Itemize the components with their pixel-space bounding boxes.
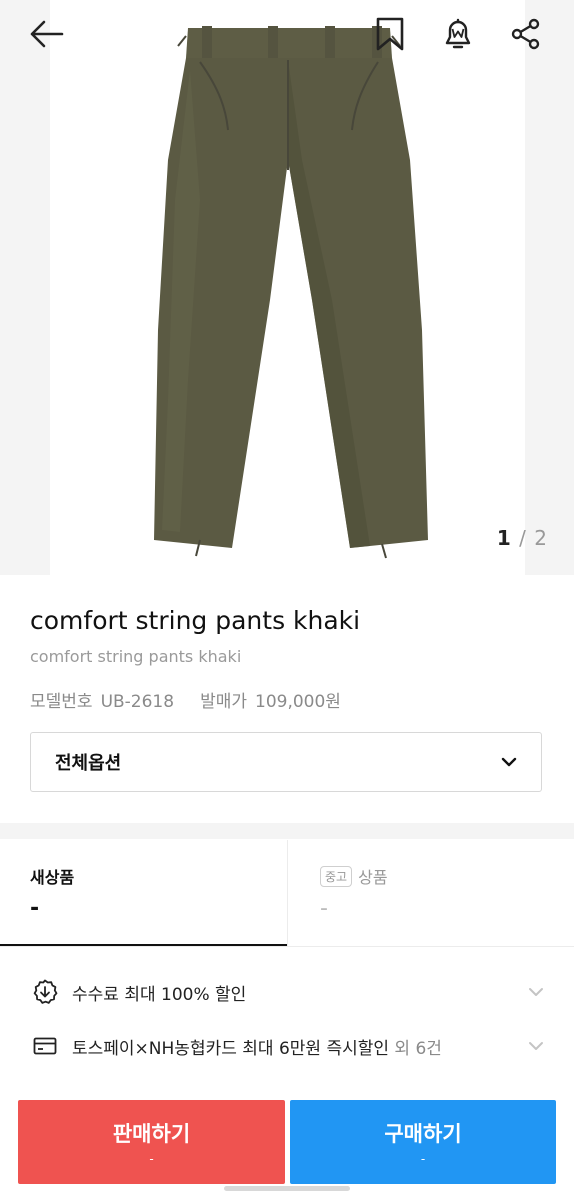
option-select-label: 전체옵션	[55, 753, 122, 774]
bookmark-icon	[376, 17, 404, 51]
product-image	[50, 0, 525, 575]
model-number-value: UB-2618	[100, 692, 175, 712]
chevron-down-icon	[529, 988, 543, 996]
benefit-card-discount[interactable]: 토스페이×NH농협카드 최대 6만원 즉시할인 외 6건	[0, 1020, 574, 1072]
tab-used-label: 상품	[358, 868, 388, 887]
card-icon	[32, 1033, 58, 1059]
product-subtitle: comfort string pants khaki	[30, 647, 242, 666]
used-badge: 중고	[320, 865, 353, 887]
bell-w-icon	[445, 18, 471, 49]
price-alert-button[interactable]	[438, 14, 478, 54]
product-image-gallery[interactable]: 1 / 2	[0, 0, 574, 575]
option-select[interactable]: 전체옵션	[30, 732, 542, 792]
image-pager: 1 / 2	[497, 526, 548, 550]
model-number-label: 모델번호	[30, 692, 93, 712]
pager-separator: /	[519, 526, 527, 550]
release-price-label: 발매가	[200, 692, 247, 712]
sell-button[interactable]: 판매하기 -	[18, 1100, 285, 1184]
pants-illustration	[154, 26, 428, 559]
back-button[interactable]	[26, 14, 66, 54]
pager-current: 1	[496, 526, 512, 550]
tab-divider	[0, 946, 574, 947]
benefit-fee-text: 수수료 최대 100% 할인	[72, 984, 247, 1005]
buy-button[interactable]: 구매하기 -	[290, 1100, 556, 1184]
home-indicator[interactable]	[224, 1186, 350, 1191]
benefit-fee-discount[interactable]: 수수료 최대 100% 할인	[0, 966, 574, 1018]
chevron-down-icon	[529, 1042, 543, 1050]
buy-button-label: 구매하기	[384, 1122, 462, 1146]
tab-new-price: -	[30, 896, 40, 921]
product-meta: 모델번호 UB-2618 발매가 109,000원	[30, 687, 341, 712]
tab-new-product[interactable]: 새상품 -	[0, 840, 287, 946]
tab-new-label: 새상품	[30, 868, 75, 887]
benefit-card-extra: 외 6건	[389, 1038, 442, 1059]
tab-used-product[interactable]: 중고 상품 -	[287, 840, 574, 946]
arrow-left-icon	[30, 20, 64, 48]
sell-button-label: 판매하기	[112, 1122, 191, 1146]
sell-button-price: -	[149, 1152, 154, 1166]
share-button[interactable]	[506, 14, 546, 54]
tab-used-price: -	[320, 896, 328, 921]
benefit-card-text: 토스페이×NH농협카드 최대 6만원 즉시할인	[72, 1038, 390, 1059]
section-divider	[0, 823, 574, 839]
chevron-down-icon	[501, 757, 517, 767]
bookmark-button[interactable]	[370, 14, 410, 54]
discount-download-icon	[32, 979, 58, 1005]
product-title: comfort string pants khaki	[30, 606, 361, 635]
pager-total: 2	[534, 526, 548, 550]
release-price-value: 109,000원	[255, 692, 341, 712]
buy-button-price: -	[420, 1152, 426, 1166]
share-icon	[511, 18, 540, 50]
